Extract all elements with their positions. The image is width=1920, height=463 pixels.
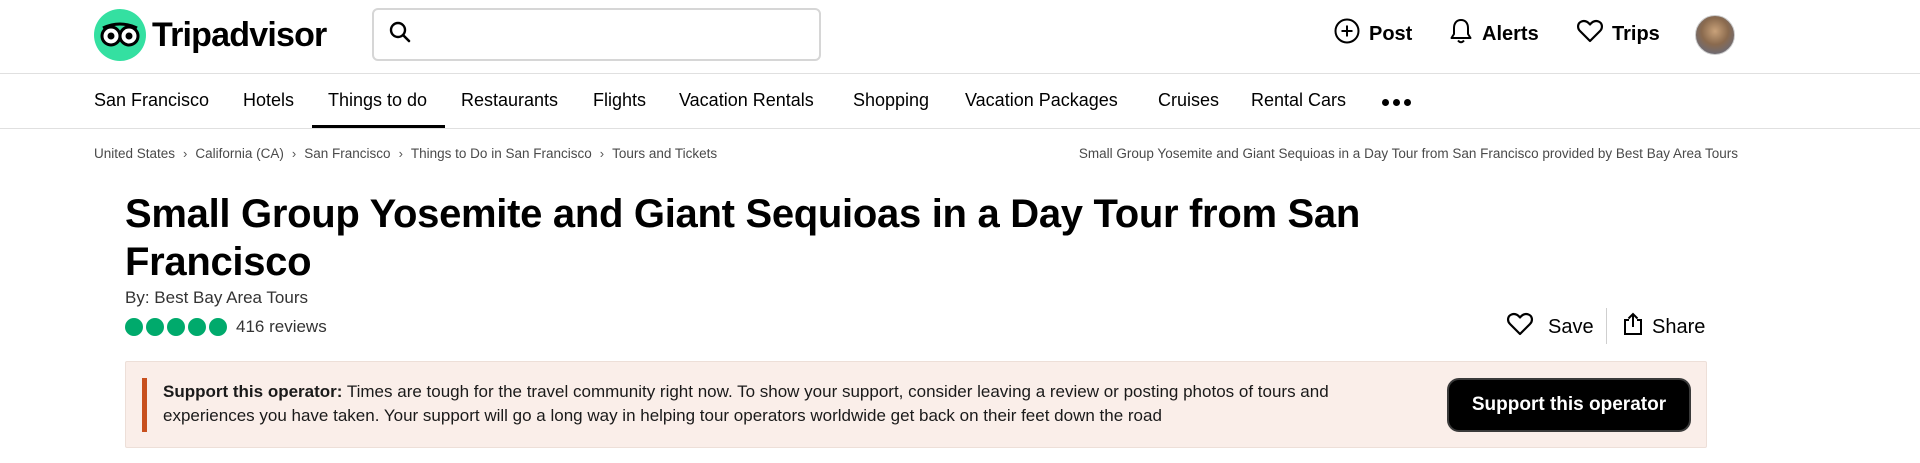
rating-bubble-icon	[125, 318, 143, 336]
main-nav: San Francisco Hotels Things to do Restau…	[0, 74, 1920, 129]
rating-bubble-icon	[146, 318, 164, 336]
chevron-right-icon: ›	[599, 146, 605, 161]
nav-item-vacation-rentals[interactable]: Vacation Rentals	[679, 74, 814, 128]
search-input[interactable]	[424, 24, 804, 45]
search-icon	[388, 20, 412, 49]
tripadvisor-logo[interactable]: Tripadvisor	[94, 9, 327, 61]
trips-label: Trips	[1612, 22, 1660, 45]
divider	[1606, 308, 1607, 344]
share-icon	[1622, 311, 1644, 343]
chevron-right-icon: ›	[183, 146, 188, 161]
nav-item-things-to-do[interactable]: Things to do	[328, 74, 427, 128]
post-label: Post	[1369, 22, 1413, 45]
post-button[interactable]: Post	[1333, 18, 1412, 50]
nav-item-shopping[interactable]: Shopping	[853, 74, 929, 128]
nav-item-cruises[interactable]: Cruises	[1158, 74, 1219, 128]
support-operator-button[interactable]: Support this operator	[1447, 378, 1691, 432]
search-box[interactable]	[372, 8, 821, 61]
alerts-button[interactable]: Alerts	[1448, 18, 1539, 50]
rating-bubble-icon	[188, 318, 206, 336]
breadcrumb-link[interactable]: Tours and Tickets	[612, 146, 717, 161]
save-label: Save	[1548, 315, 1594, 338]
breadcrumb-link[interactable]: San Francisco	[304, 146, 390, 161]
operator-byline[interactable]: By: Best Bay Area Tours	[125, 288, 308, 308]
heart-icon	[1506, 311, 1534, 343]
nav-item-flights[interactable]: Flights	[593, 74, 646, 128]
nav-item-rental-cars[interactable]: Rental Cars	[1251, 74, 1346, 128]
breadcrumb-link[interactable]: United States	[94, 146, 175, 161]
breadcrumb-link[interactable]: California (CA)	[195, 146, 284, 161]
trips-button[interactable]: Trips	[1576, 18, 1660, 50]
logo-text: Tripadvisor	[152, 15, 327, 54]
rating-bubble-icon	[209, 318, 227, 336]
review-count[interactable]: 416 reviews	[236, 317, 327, 337]
owl-logo-icon	[94, 9, 146, 61]
share-label: Share	[1652, 315, 1706, 338]
breadcrumb: United States › California (CA) › San Fr…	[94, 146, 717, 161]
share-button[interactable]: Share	[1622, 308, 1705, 346]
page-title: Small Group Yosemite and Giant Sequioas …	[125, 192, 1360, 284]
chevron-right-icon: ›	[291, 146, 297, 161]
more-dots-icon[interactable]	[1382, 99, 1411, 106]
nav-item-vacation-packages[interactable]: Vacation Packages	[965, 74, 1118, 128]
breadcrumb-link[interactable]: Things to Do in San Francisco	[411, 146, 592, 161]
banner-message: Support this operator: Times are tough f…	[163, 380, 1343, 428]
nav-item-restaurants[interactable]: Restaurants	[461, 74, 558, 128]
chevron-right-icon: ›	[398, 146, 403, 161]
bell-icon	[1448, 17, 1474, 51]
rating-summary[interactable]: 416 reviews	[125, 317, 327, 337]
breadcrumb-current-page: Small Group Yosemite and Giant Sequioas …	[1078, 146, 1738, 161]
nav-item-san-francisco[interactable]: San Francisco	[94, 74, 209, 128]
heart-icon	[1576, 18, 1604, 50]
plus-circle-icon	[1333, 17, 1361, 51]
top-header: Tripadvisor Post Alerts Trips	[0, 0, 1920, 74]
user-avatar[interactable]	[1695, 15, 1735, 55]
save-button[interactable]: Save	[1506, 308, 1594, 346]
nav-item-hotels[interactable]: Hotels	[243, 74, 294, 128]
banner-heading: Support this operator:	[163, 382, 343, 401]
active-tab-indicator	[312, 125, 445, 128]
rating-bubble-icon	[167, 318, 185, 336]
banner-accent-bar	[142, 378, 147, 432]
support-operator-banner: Support this operator: Times are tough f…	[125, 361, 1707, 448]
alerts-label: Alerts	[1482, 22, 1539, 45]
